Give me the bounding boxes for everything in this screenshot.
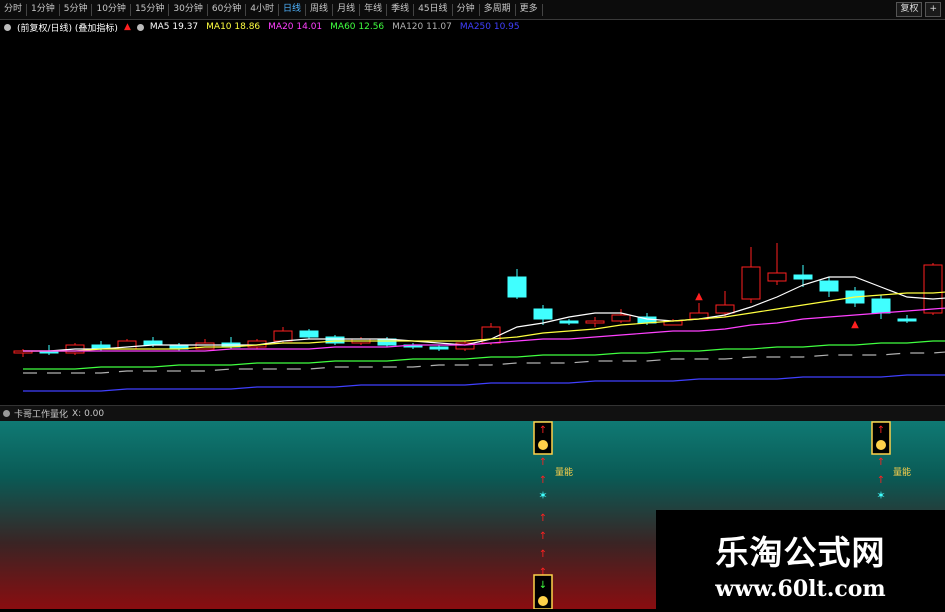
signal-label: 量能: [555, 466, 573, 478]
legend-up-arrow-icon: ▲: [123, 22, 131, 32]
up-arrow-icon: ↑: [877, 425, 885, 436]
candle-body: [559, 320, 579, 324]
ma-legend: (前复权/日线) (叠加指标) ▲ MA5 19.37 MA10 18.86 MA2…: [0, 20, 945, 34]
period-tab[interactable]: 分时: [0, 0, 26, 19]
sub-pane-title[interactable]: 卡哥工作量化: [14, 407, 68, 420]
candle-body: [767, 272, 787, 282]
candle-body: [429, 346, 449, 350]
period-tab[interactable]: 10分钟: [92, 0, 129, 19]
up-arrow-icon: ↑: [877, 457, 885, 468]
up-arrow-icon: ↑: [539, 475, 547, 486]
ma-legend-item[interactable]: MA20 14.01: [268, 22, 322, 32]
candle-body: [585, 320, 605, 324]
butterfly-icon: ✶: [876, 489, 885, 502]
candle-body: [325, 336, 345, 344]
period-tab[interactable]: 年线: [360, 0, 386, 19]
candle-body: [715, 304, 735, 314]
period-tab[interactable]: 15分钟: [131, 0, 168, 19]
add-button[interactable]: +: [925, 2, 941, 17]
ma-legend-item[interactable]: MA250 10.95: [460, 22, 520, 32]
up-arrow-icon: ↑: [877, 475, 885, 486]
candle-body: [533, 308, 553, 320]
butterfly-icon: ✶: [538, 489, 547, 502]
up-arrow-icon: ↑: [539, 549, 547, 560]
ma-line: [23, 374, 945, 392]
period-tab[interactable]: 月线: [333, 0, 359, 19]
candle-body: [897, 318, 917, 322]
period-toolbar: 分时 1分钟 5分钟 10分钟 15分钟 30分钟 60分钟 4小时 日线 周线 月线 年线 季线 45日…: [0, 0, 945, 20]
ma-legend-item[interactable]: MA10 18.86: [206, 22, 260, 32]
toolbar-divider: [541, 3, 543, 16]
period-tab[interactable]: 60分钟: [208, 0, 245, 19]
candle-body: [195, 342, 215, 350]
watermark-title: 乐淘公式网: [715, 533, 886, 572]
buy-signal-icon: ▲: [695, 291, 703, 302]
candle-body: [299, 330, 319, 338]
legend-dot-icon: [136, 23, 144, 31]
period-tab[interactable]: 45日线: [414, 0, 451, 19]
money-bag-icon: [538, 596, 548, 606]
candle-body: [611, 314, 631, 322]
period-tab[interactable]: 1分钟: [27, 0, 59, 19]
restore-rights-button[interactable]: 复权: [896, 2, 923, 17]
buy-signal-icon: ▲: [851, 319, 859, 330]
period-tab[interactable]: 更多: [516, 0, 542, 19]
candle-body: [793, 274, 813, 280]
legend-dot-icon: [4, 23, 11, 31]
period-tab[interactable]: 30分钟: [169, 0, 206, 19]
up-arrow-icon: ↑: [539, 457, 547, 468]
ma-legend-item[interactable]: MA5 19.37: [150, 22, 198, 32]
up-arrow-icon: ↑: [539, 513, 547, 524]
toolbar-right-buttons: 复权 +: [896, 2, 941, 17]
watermark-url: www.60lt.com: [715, 576, 886, 602]
up-arrow-icon: ↑: [539, 425, 547, 436]
signal-label: 量能: [893, 466, 911, 478]
candle-body: [819, 280, 839, 292]
period-tab[interactable]: 4小时: [246, 0, 278, 19]
ma-legend-item[interactable]: MA120 11.07: [392, 22, 452, 32]
ma-legend-item[interactable]: MA60 12.56: [330, 22, 384, 32]
price-chart[interactable]: ▲▲: [0, 35, 945, 405]
watermark: 乐淘公式网 www.60lt.com: [656, 510, 945, 609]
candle-body: [923, 264, 943, 314]
sub-dot-icon: [3, 410, 10, 417]
candle-body: [741, 266, 761, 300]
down-arrow-icon: ↓: [539, 580, 547, 591]
period-tab[interactable]: 多周期: [480, 0, 515, 19]
money-bag-icon: [538, 440, 548, 450]
candle-body: [507, 276, 527, 298]
period-tab[interactable]: 日线: [279, 0, 305, 19]
money-bag-icon: [876, 440, 886, 450]
candle-body: [273, 330, 293, 342]
period-tab[interactable]: 5分钟: [60, 0, 92, 19]
period-tab[interactable]: 季线: [387, 0, 413, 19]
sub-pane-header: 卡哥工作量化 X: 0.00: [0, 405, 945, 421]
period-tab[interactable]: 周线: [306, 0, 332, 19]
candle-body: [871, 298, 891, 314]
up-arrow-icon: ↑: [539, 531, 547, 542]
sub-pane-value: X: 0.00: [72, 408, 105, 419]
period-tab[interactable]: 分钟: [453, 0, 479, 19]
study-name[interactable]: (前复权/日线) (叠加指标): [17, 21, 118, 34]
ma-items: MA5 19.37 MA10 18.86 MA20 14.01 MA60 12.56 M…: [150, 22, 528, 32]
